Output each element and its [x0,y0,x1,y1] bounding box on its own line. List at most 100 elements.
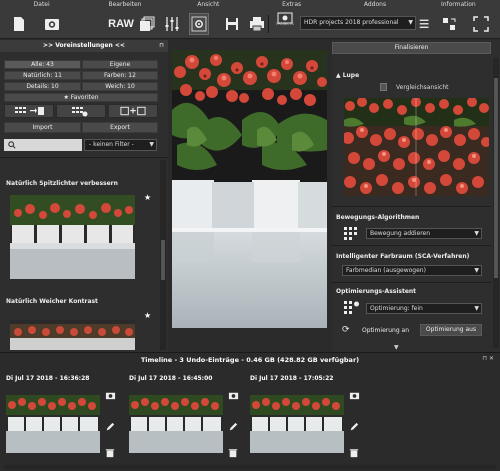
favorite-star-icon[interactable]: ★ [144,193,151,202]
scroll-thumb[interactable] [494,78,498,278]
menu-bearbeiten[interactable]: Bearbeiten [83,0,166,9]
project-select-value: HDR projects 2018 professional [304,19,399,26]
save-preset-button[interactable] [4,104,54,118]
filter-favorites-label: Favoriten [70,94,99,101]
batch-button[interactable] [138,13,156,35]
loupe-header[interactable]: ▲ Lupe [336,72,359,79]
add-preset-button[interactable] [108,104,158,118]
delete-trash-icon[interactable] [104,447,116,459]
toolbar: RAW PROJECTS HDR projects 2018 professio… [0,9,500,39]
filter-favorites-button[interactable]: ★ Favoriten [4,93,158,102]
timeline-entry-actions [227,389,241,469]
timeline-header: Timeline - 3 Undo-Einträge - 0.46 GB (42… [140,356,360,364]
filter-own-button[interactable]: Eigene [82,60,158,69]
filter-all-button[interactable]: Alle: 43 [4,60,81,69]
printer-icon [250,17,264,32]
pin-icon[interactable]: ⊓ [159,40,164,52]
settings-gear-icon [191,16,207,32]
timeline-thumbnail-image [250,395,344,453]
optimize-on-button[interactable]: Optimierung an [362,327,409,334]
preset-thumbnail[interactable] [10,195,135,279]
edit-pencil-icon[interactable] [227,421,239,433]
timeline-thumbnail-image [6,395,100,453]
chevron-down-icon: ▼ [408,19,413,26]
save-button[interactable] [223,13,241,35]
export-button[interactable]: Export [82,122,158,133]
print-button[interactable] [248,13,266,35]
filter-soft-button[interactable]: Weich: 10 [82,82,158,91]
settings-panel: Finalisieren ▲ Lupe Vergleichsansicht Be… [332,40,500,352]
finalize-button[interactable]: Finalisieren [332,42,491,54]
menu-bar: Datei Bearbeiten Ansicht Extras Addons I… [0,0,500,9]
motion-select-value: Bewegung addieren [370,230,431,237]
favorite-star-icon[interactable]: ★ [144,311,151,320]
motion-select[interactable]: Bewegung addieren ▼ [366,228,482,239]
timeline-entry[interactable]: Di Jul 17 2018 - 16:36:28 [4,375,122,469]
menu-extras[interactable]: Extras [250,0,333,9]
timeline-thumbnail-image [129,395,223,453]
refresh-icon[interactable]: ⟳ [342,325,352,335]
sliders-icon [165,17,179,31]
divider [332,282,491,283]
project-select[interactable]: HDR projects 2018 professional ▼ [300,16,416,30]
edit-pencil-icon[interactable] [104,421,116,433]
menu-datei[interactable]: Datei [0,0,83,9]
divider [0,157,168,158]
menu-information[interactable]: Information [417,0,500,9]
expand-arrow-icon[interactable]: ▼ [394,344,399,351]
preview-footer [172,328,327,350]
camera-icon[interactable] [348,389,360,401]
settings-button[interactable] [189,13,209,35]
menu-addons[interactable]: Addons [333,0,416,9]
save-preset-icon [15,107,44,115]
preset-thumbnail-image [10,320,135,350]
loupe-preview[interactable] [344,98,489,196]
project-list-button[interactable] [418,13,432,35]
menu-ansicht[interactable]: Ansicht [167,0,250,9]
settings-scrollbar[interactable] [493,58,499,348]
preset-search-input[interactable] [4,139,82,151]
load-preset-button[interactable] [56,104,106,118]
preset-filter-select[interactable]: - keinen Filter - ▼ [84,139,157,151]
raw-button[interactable]: RAW [108,13,134,35]
camera-icon[interactable] [104,389,116,401]
import-button[interactable]: Import [4,122,81,133]
timeline-entry[interactable]: Di Jul 17 2018 - 17:05:22 [248,375,366,469]
main-image-preview[interactable] [172,50,327,328]
timeline-thumbnail[interactable] [129,395,223,453]
chevron-down-icon: ▼ [474,305,479,312]
optimize-off-button[interactable]: Optimierung aus [420,324,482,336]
timeline-thumbnail[interactable] [250,395,344,453]
presets-scrollbar[interactable] [160,160,166,350]
new-file-button[interactable] [10,13,28,35]
edit-pencil-icon[interactable] [348,421,360,433]
add-preset-icon [120,106,146,116]
open-image-button[interactable] [43,13,61,35]
fullscreen-button[interactable] [472,13,490,35]
timeline-entry-actions [348,389,362,469]
filter-natural-button[interactable]: Natürlich: 11 [4,71,81,80]
filter-colors-button[interactable]: Farben: 12 [82,71,158,80]
delete-trash-icon[interactable] [348,447,360,459]
compare-view-label: Vergleichsansicht [396,84,449,91]
preset-thumbnail[interactable] [10,320,135,350]
layout-swap-icon [443,18,456,30]
delete-trash-icon[interactable] [227,447,239,459]
optimize-header: Optimierungs-Assistent [336,288,417,295]
pin-icon[interactable]: ⊓ ✕ [482,355,494,362]
loupe-label: Lupe [342,72,360,79]
compare-view-checkbox[interactable] [380,83,387,91]
scroll-thumb[interactable] [161,240,165,280]
optimize-select[interactable]: Optimierung: fein ▼ [366,303,482,314]
adjustments-button[interactable] [163,13,181,35]
timeline-entry[interactable]: Di Jul 17 2018 - 16:45:00 [127,375,245,469]
preset-title: Natürlich Spitzlichter verbessern [6,180,118,187]
timeline-thumbnail[interactable] [6,395,100,453]
camera-icon[interactable] [227,389,239,401]
timeline-scrollbar[interactable] [4,465,496,469]
filter-details-button[interactable]: Details: 10 [4,82,81,91]
layout-button[interactable] [441,13,457,35]
search-icon [8,141,16,149]
colorspace-select[interactable]: Farbmedian (ausgewogen) ▼ [342,265,482,276]
flowers-image [172,50,327,328]
